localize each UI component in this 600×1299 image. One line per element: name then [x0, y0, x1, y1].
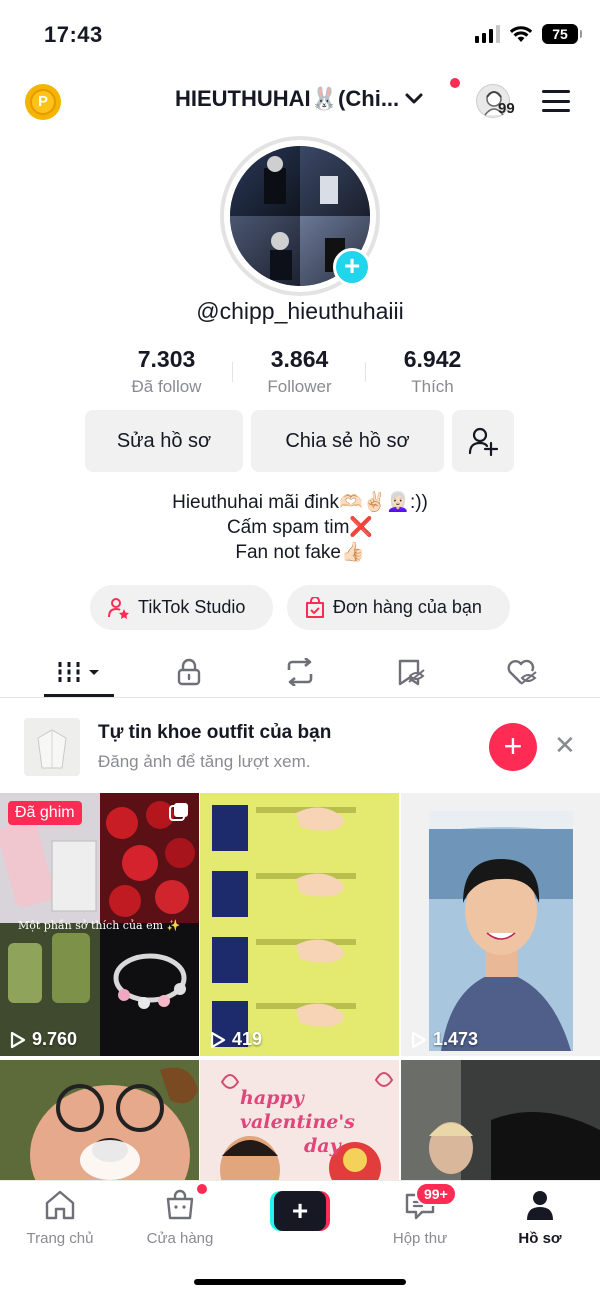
tab-reposts[interactable] [270, 652, 330, 692]
play-icon [10, 1031, 26, 1048]
orders-button[interactable]: Đơn hàng của bạn [287, 585, 510, 630]
play-icon [411, 1031, 427, 1048]
profile-handle: @chipp_hieuthuhaiii [196, 298, 404, 324]
promo-title: Tự tin khoe outfit của bạn [98, 722, 332, 743]
following-label: Đã follow [131, 377, 202, 396]
following-count: 7.303 [137, 346, 196, 372]
video-grid: Một phần sở thích của em ✨ Đã ghim 9.760 [0, 793, 600, 1183]
outfit-promo-banner: Tự tin khoe outfit của bạn Đăng ảnh để t… [0, 706, 600, 788]
tab-private[interactable] [159, 652, 219, 692]
username-title: HIEUTHUHAI🐰(Chi... [175, 86, 400, 111]
promo-thumbnail [24, 718, 80, 776]
tiktok-studio-label: TikTok Studio [138, 597, 246, 617]
nav-profile[interactable]: Hồ sơ [480, 1189, 600, 1247]
view-count: 1.473 [411, 1029, 478, 1050]
add-avatar-button[interactable]: + [333, 248, 371, 286]
create-button[interactable]: + [270, 1191, 330, 1231]
video-thumbnail[interactable]: happy valentine's day [200, 1060, 399, 1183]
heart-hidden-icon [507, 659, 537, 685]
hamburger-icon [542, 90, 570, 93]
play-icon [210, 1031, 226, 1048]
likes-label: Thích [411, 377, 454, 396]
plus-icon: + [274, 1191, 326, 1231]
promo-add-button[interactable]: + [489, 723, 537, 771]
nav-home-label: Trang chủ [26, 1230, 94, 1247]
shopping-bag-icon [166, 1189, 194, 1220]
repost-icon [287, 658, 313, 686]
nav-profile-label: Hồ sơ [518, 1230, 562, 1247]
cellular-signal-icon [475, 25, 500, 43]
add-friend-button[interactable] [452, 410, 514, 472]
home-icon [45, 1190, 75, 1220]
followers-stat[interactable]: 3.864 Follower [233, 346, 366, 402]
status-bar: 17:43 75 [0, 0, 600, 70]
wifi-icon [509, 26, 533, 42]
orders-label: Đơn hàng của bạn [333, 597, 482, 617]
portrait-photo [429, 811, 573, 1051]
bio-line: Cấm spam tim❌ [226, 517, 374, 538]
shopping-bag-icon [306, 596, 324, 618]
battery-indicator: 75 [542, 24, 582, 44]
close-icon[interactable]: ✕ [554, 732, 576, 758]
profile-stats: 7.303 Đã follow 3.864 Follower 6.942 Thí… [100, 346, 500, 402]
video-thumbnail[interactable] [401, 1060, 600, 1183]
menu-button[interactable] [542, 90, 570, 112]
likes-stat[interactable]: 6.942 Thích [366, 346, 499, 402]
bookmark-hidden-icon [398, 659, 425, 686]
photo-carousel-icon [169, 803, 188, 821]
likes-count: 6.942 [403, 346, 462, 372]
share-profile-button[interactable]: Chia sẻ hồ sơ [251, 410, 444, 472]
status-time: 17:43 [44, 22, 103, 47]
video-thumbnail[interactable]: Một phần sở thích của em ✨ Đã ghim 9.760 [0, 793, 199, 1056]
story-avatar-button[interactable]: 99 [476, 82, 520, 122]
profile-icon [527, 1191, 553, 1220]
notification-dot [450, 78, 460, 88]
coin-icon: P [30, 89, 56, 115]
grid-dropdown-icon [58, 662, 99, 682]
video-thumbnail[interactable] [0, 1060, 199, 1183]
tab-videos[interactable] [48, 652, 108, 692]
tiktok-studio-button[interactable]: TikTok Studio [90, 585, 273, 630]
dog-filter-selfie [0, 1060, 199, 1183]
valentine-text: happy valentine's day [240, 1087, 355, 1157]
coins-button[interactable]: P [25, 84, 61, 120]
status-icons: 75 [475, 24, 582, 44]
nav-inbox-label: Hộp thư [392, 1230, 448, 1247]
home-indicator [194, 1279, 406, 1285]
edit-profile-button[interactable]: Sửa hồ sơ [85, 410, 243, 472]
followers-label: Follower [267, 377, 332, 396]
pinned-badge: Đã ghim [8, 801, 82, 825]
profile-header: P HIEUTHUHAI🐰(Chi... 99 [0, 78, 600, 124]
nav-shop[interactable]: Cửa hàng [120, 1189, 240, 1247]
bio-line: Hieuthuhai mãi đink🫶🏻✌🏻👩🏻‍🦳:)) [172, 492, 428, 513]
nav-shop-label: Cửa hàng [146, 1230, 214, 1247]
chat-screenshot [212, 805, 356, 1047]
profile-bio: Hieuthuhai mãi đink🫶🏻✌🏻👩🏻‍🦳:)) Cấm spam … [0, 490, 600, 565]
chevron-down-icon [405, 93, 423, 104]
tab-liked[interactable] [492, 652, 552, 692]
following-stat[interactable]: 7.303 Đã follow [100, 346, 233, 402]
followers-count: 3.864 [270, 346, 329, 372]
view-count: 419 [210, 1029, 262, 1050]
active-tab-indicator [44, 694, 114, 697]
video-thumbnail[interactable]: 419 [200, 793, 399, 1056]
promo-subtitle: Đăng ảnh để tăng lượt xem. [98, 752, 311, 771]
add-user-icon [468, 427, 498, 456]
bio-line: Fan not fake👍🏻 [235, 542, 365, 563]
video-caption: Một phần sở thích của em ✨ [18, 919, 181, 932]
view-count: 9.760 [10, 1029, 77, 1050]
account-switcher[interactable]: HIEUTHUHAI🐰(Chi... [175, 86, 423, 112]
lock-icon [177, 658, 201, 686]
nav-home[interactable]: Trang chủ [0, 1189, 120, 1247]
bracelet-photo [113, 953, 187, 1009]
tab-favorites[interactable] [381, 652, 441, 692]
inbox-badge: 99+ [415, 1182, 457, 1206]
story-count: 99 [498, 100, 515, 117]
person-star-icon [108, 597, 129, 619]
shop-notification-dot [197, 1184, 207, 1194]
person-bowing-photo [401, 1060, 600, 1183]
video-thumbnail[interactable]: 1.473 [401, 793, 600, 1056]
profile-tabs [0, 648, 600, 698]
